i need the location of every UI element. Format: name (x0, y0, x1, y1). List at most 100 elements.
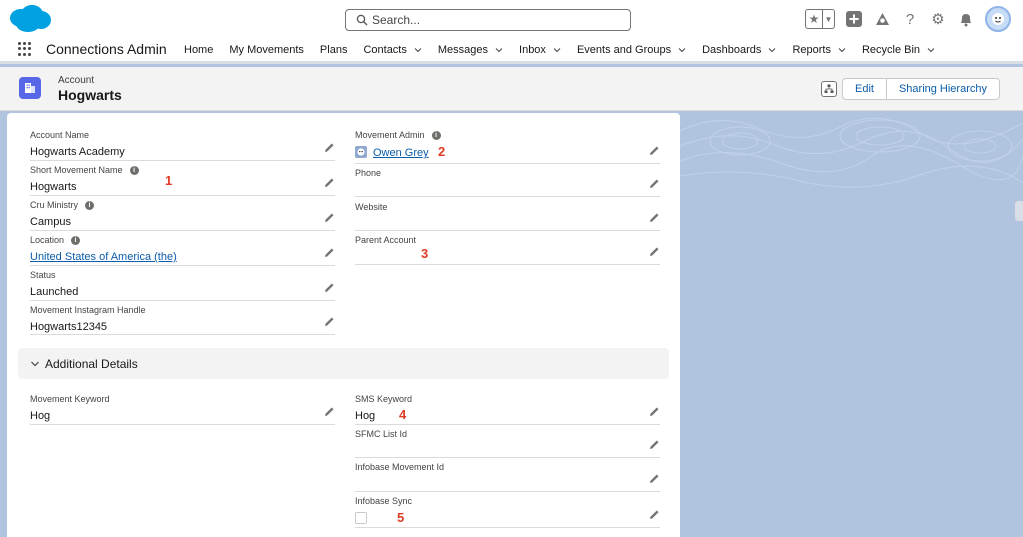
edit-pencil-icon[interactable] (324, 247, 335, 258)
nav-item-dashboards[interactable]: Dashboards (694, 38, 784, 62)
field-status: Status Launched (30, 270, 335, 301)
field-label: SFMC List Id (355, 429, 408, 439)
nav-item-recycle-bin[interactable]: Recycle Bin (854, 38, 943, 62)
help-icon[interactable]: ? (901, 10, 919, 28)
field-label: Movement Keyword (30, 394, 110, 404)
nav-item-events-and-groups[interactable]: Events and Groups (569, 38, 694, 62)
edit-pencil-icon[interactable] (649, 246, 660, 257)
annotation-marker: 1 (165, 173, 173, 188)
global-actions-icon[interactable] (845, 10, 863, 28)
field-label: Account Name (30, 130, 90, 140)
favorites-dropdown-icon[interactable]: ▼ (822, 10, 834, 28)
edit-pencil-icon[interactable] (649, 439, 660, 450)
nav-item-reports[interactable]: Reports (784, 38, 854, 62)
field-label: Movement Instagram Handle (30, 305, 146, 315)
field-label: Cru Ministry i (30, 200, 95, 210)
edit-pencil-icon[interactable] (649, 145, 660, 156)
annotation-marker: 5 (397, 510, 405, 525)
field-label-text: Cru Ministry (30, 200, 79, 210)
info-icon[interactable]: i (129, 165, 139, 175)
trailhead-icon[interactable] (873, 10, 891, 28)
chevron-down-icon (31, 361, 39, 366)
field-infobase-movement-id: Infobase Movement Id (355, 462, 660, 492)
edit-pencil-icon[interactable] (324, 282, 335, 293)
field-movement-admin: Movement Admin i Owen Grey (355, 130, 660, 164)
salesforce-logo[interactable] (8, 4, 52, 34)
record-type-label: Account (58, 75, 95, 86)
nav-items: Home My Movements Plans Contacts Messages Inb… (176, 38, 943, 62)
user-avatar[interactable] (985, 6, 1011, 32)
chevron-down-icon[interactable] (838, 46, 846, 54)
movement-admin-link[interactable]: Owen Grey (373, 147, 429, 159)
account-record-icon (19, 77, 41, 99)
app-launcher-icon[interactable] (18, 42, 32, 56)
global-search[interactable] (345, 9, 631, 31)
field-value: Hogwarts12345 (30, 321, 108, 333)
info-icon[interactable]: i (85, 200, 95, 210)
record-header: Account Hogwarts Edit Sharing Hierarchy (0, 67, 1023, 111)
favorites-star-icon[interactable]: ★ (806, 10, 822, 28)
field-value: Hog (355, 410, 376, 422)
chevron-down-icon[interactable] (927, 46, 935, 54)
nav-item-messages[interactable]: Messages (430, 38, 511, 62)
app-nav-bar: Connections Admin Home My Movements Plans C… (0, 38, 1023, 64)
chevron-down-icon[interactable] (678, 46, 686, 54)
edit-pencil-icon[interactable] (324, 316, 335, 327)
hierarchy-button[interactable] (820, 81, 837, 97)
section-additional-details[interactable]: Additional Details (18, 348, 669, 379)
nav-item-label: Plans (319, 44, 348, 56)
edit-pencil-icon[interactable] (324, 212, 335, 223)
field-instagram-handle: Movement Instagram Handle Hogwarts12345 (30, 305, 335, 335)
field-label: Location i (30, 235, 81, 245)
search-icon (356, 14, 368, 26)
setup-gear-icon[interactable]: ⚙ (929, 10, 947, 28)
field-location: Location i United States of America (the) (30, 235, 335, 266)
global-header: ★ ▼ ? ⚙ (0, 0, 1023, 38)
edit-pencil-icon[interactable] (649, 509, 660, 520)
annotation-marker: 2 (438, 144, 446, 159)
field-value: Hog (30, 410, 51, 422)
nav-item-label: Reports (792, 44, 831, 56)
location-link[interactable]: United States of America (the) (30, 251, 177, 263)
edit-pencil-icon[interactable] (649, 178, 660, 189)
edit-pencil-icon[interactable] (324, 142, 335, 153)
info-icon[interactable]: i (71, 235, 81, 245)
edit-pencil-icon[interactable] (649, 473, 660, 484)
field-label: Parent Account (355, 235, 417, 245)
user-avatar-icon (355, 146, 367, 158)
annotation-marker: 4 (399, 407, 407, 422)
info-icon[interactable]: i (431, 130, 441, 140)
chevron-down-icon[interactable] (414, 46, 422, 54)
field-label: Infobase Sync (355, 496, 413, 506)
edit-button[interactable]: Edit (843, 79, 886, 99)
edit-pencil-icon[interactable] (324, 177, 335, 188)
nav-item-inbox[interactable]: Inbox (511, 38, 569, 62)
chevron-down-icon[interactable] (768, 46, 776, 54)
field-label: SMS Keyword (355, 394, 413, 404)
nav-item-plans[interactable]: Plans (312, 38, 356, 62)
field-website: Website (355, 202, 660, 231)
edit-pencil-icon[interactable] (649, 406, 660, 417)
global-header-actions: ★ ▼ ? ⚙ (805, 6, 1011, 32)
record-title: Hogwarts (58, 87, 122, 103)
notifications-bell-icon[interactable] (957, 10, 975, 28)
field-label: Status (30, 270, 56, 280)
utility-panel-toggle[interactable] (1015, 201, 1023, 221)
sharing-hierarchy-button[interactable]: Sharing Hierarchy (885, 79, 999, 99)
record-actions: Edit Sharing Hierarchy (820, 78, 1000, 100)
nav-item-contacts[interactable]: Contacts (355, 38, 429, 62)
chevron-down-icon[interactable] (553, 46, 561, 54)
nav-item-label: Inbox (519, 44, 546, 56)
field-value: Owen Grey (355, 146, 429, 159)
edit-pencil-icon[interactable] (324, 406, 335, 417)
record-detail-card: Account Name Hogwarts Academy Short Move… (7, 113, 680, 537)
nav-item-my-movements[interactable]: My Movements (221, 38, 312, 62)
edit-pencil-icon[interactable] (649, 212, 660, 223)
nav-item-home[interactable]: Home (176, 38, 221, 62)
field-value: Launched (30, 286, 79, 298)
chevron-down-icon[interactable] (495, 46, 503, 54)
nav-item-label: Events and Groups (576, 44, 672, 56)
section-title: Additional Details (45, 356, 138, 371)
field-cru-ministry: Cru Ministry i Campus (30, 200, 335, 231)
search-input[interactable] (372, 12, 622, 28)
